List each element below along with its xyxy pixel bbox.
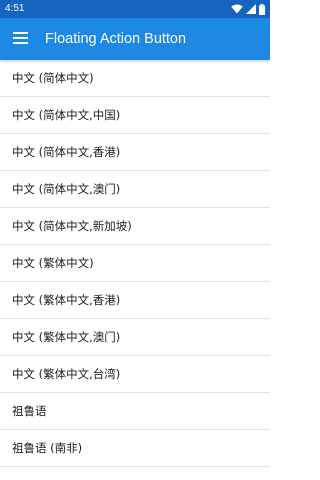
list-item[interactable]: 中文 (繁体中文,澳门) <box>0 319 270 356</box>
list-item[interactable]: 中文 (简体中文,香港) <box>0 134 270 171</box>
list-item[interactable]: 中文 (繁体中文) <box>0 245 270 282</box>
status-time: 4:51 <box>5 3 25 14</box>
menu-icon[interactable] <box>13 32 28 44</box>
status-bar: 4:51 <box>0 0 270 18</box>
list-item[interactable]: 中文 (简体中文,新加坡) <box>0 208 270 245</box>
language-list[interactable]: 中文 中文 (简体中文) 中文 (简体中文,中国) 中文 (简体中文,香港) 中… <box>0 34 270 467</box>
signal-icon <box>246 4 256 14</box>
screen: 4:51 Floating Action Button 中文 中文 (简体中文)… <box>0 0 270 480</box>
list-item[interactable]: 中文 (繁体中文,台湾) <box>0 356 270 393</box>
app-title: Floating Action Button <box>45 31 187 47</box>
list-item[interactable]: 中文 (简体中文) <box>0 60 270 97</box>
status-icons <box>231 3 265 15</box>
wifi-icon <box>231 4 243 14</box>
battery-icon <box>259 3 265 15</box>
list-item[interactable]: 中文 (繁体中文,香港) <box>0 282 270 319</box>
app-bar: Floating Action Button <box>0 18 270 60</box>
list-item[interactable]: 祖鲁语 <box>0 393 270 430</box>
list-item[interactable]: 祖鲁语 (南非) <box>0 430 270 467</box>
list-item[interactable]: 中文 (简体中文,中国) <box>0 97 270 134</box>
list-item[interactable]: 中文 (简体中文,澳门) <box>0 171 270 208</box>
